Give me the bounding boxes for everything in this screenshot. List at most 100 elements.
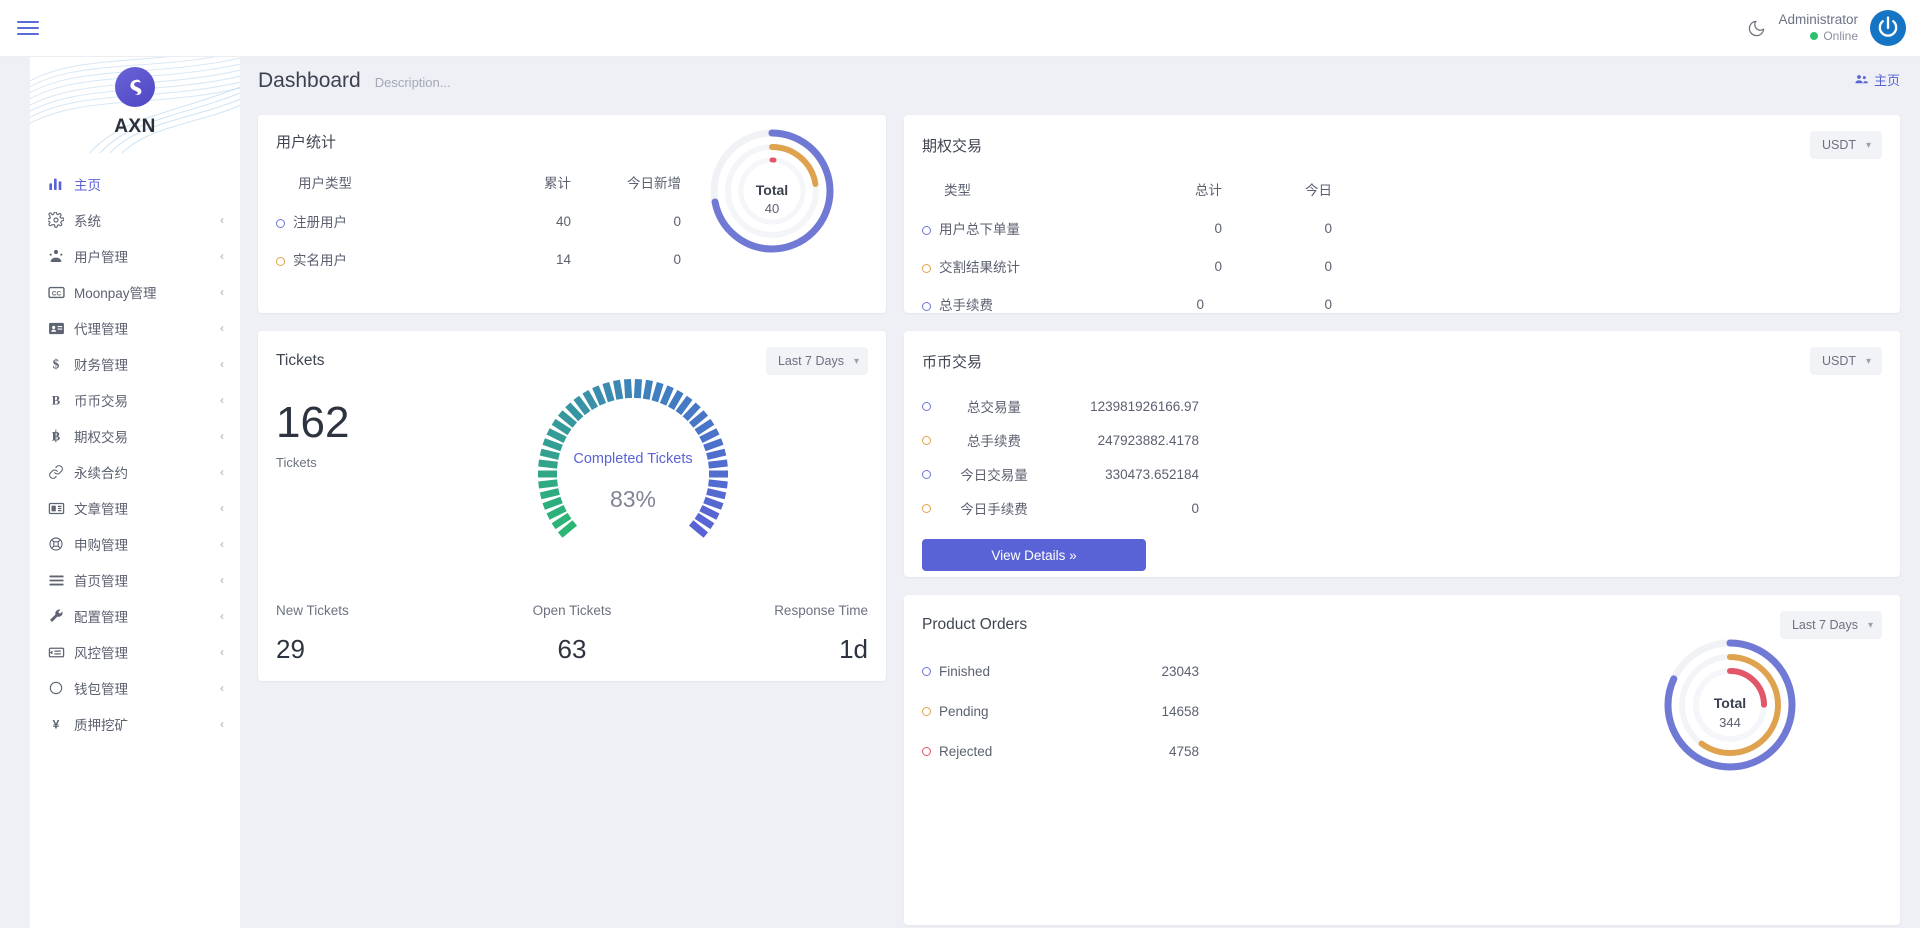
top-bar: Administrator Online [0,0,1920,57]
dashboard-grid: 用户统计 用户类型 累计 今日新增 注册用户 40 0 [258,115,1900,925]
chevron-down-icon: ▾ [854,356,859,367]
sidebar: AXN 主页系统‹用户管理‹CCMoonpay管理‹代理管理‹$财务管理‹B币币… [30,57,240,928]
link-icon [48,464,74,480]
user-stats-donut-chart: Total 40 [706,125,838,257]
donut-center-label: Total [706,182,838,198]
legend-ring-icon [922,747,931,756]
sidebar-item-13[interactable]: 风控管理‹ [30,634,240,670]
kv-value: 123981926166.97 [1049,399,1199,414]
users-icon [48,248,74,264]
tickets-footer: New Tickets 29 Open Tickets 63 Response … [258,603,886,665]
sidebar-item-label: 币币交易 [74,390,128,410]
row-label: 总手续费 [939,298,993,313]
coin-title: 币币交易 [922,351,982,372]
coin-currency-select[interactable]: USDT ▾ [1810,347,1882,375]
legend-ring-icon [922,402,931,411]
options-title: 期权交易 [922,135,982,156]
table-row: 用户总下单量 0 0 [922,209,1882,247]
coin-view-details-button[interactable]: View Details » [922,539,1146,571]
table-row: 交割结果统计 0 0 [922,247,1882,285]
chevron-right-icon: ‹ [220,681,224,695]
type-cell: 用户总下单量 [922,209,1112,247]
sidebar-item-10[interactable]: 申购管理‹ [30,526,240,562]
sidebar-item-label: 期权交易 [74,426,128,446]
row-label: 交割结果统计 [939,260,1020,275]
user-type-cell: 实名用户 [276,240,466,278]
col-type: 类型 [922,173,1112,209]
sidebar-item-1[interactable]: 系统‹ [30,202,240,238]
sidebar-item-8[interactable]: 永续合约‹ [30,454,240,490]
sidebar-item-9[interactable]: 文章管理‹ [30,490,240,526]
sidebar-item-11[interactable]: 首页管理‹ [30,562,240,598]
svg-text:B: B [52,394,61,408]
page-description: Description... [375,75,451,90]
sidebar-item-label: 代理管理 [74,318,128,338]
breadcrumb[interactable]: 主页 [1854,70,1900,89]
sidebar-item-label: Moonpay管理 [74,282,157,302]
online-dot-icon [1810,32,1818,40]
total-cell: 40 [466,202,571,240]
chevron-right-icon: ‹ [220,717,224,731]
brand[interactable]: AXN [30,57,240,138]
kv-label: 总交易量 [939,396,1049,416]
dollar-icon: $ [48,356,74,372]
sidebar-item-4[interactable]: 代理管理‹ [30,310,240,346]
legend-ring-icon [922,264,931,273]
id-card-icon [48,320,74,337]
sidebar-item-label: 主页 [74,174,101,194]
legend-ring-icon [922,667,931,676]
sidebar-item-0[interactable]: 主页 [30,166,240,202]
chevron-right-icon: ‹ [220,213,224,227]
svg-text:CC: CC [52,290,62,297]
right-column: 期权交易 USDT ▾ 类型 总计 今日 用户总下单量 [904,115,1900,925]
options-table: 类型 总计 今日 用户总下单量 0 0 交割结果统计 0 [922,173,1882,323]
sidebar-item-2[interactable]: 用户管理‹ [30,238,240,274]
legend-ring-icon [922,504,931,513]
coin-currency-value: USDT [1822,354,1856,368]
list-item: 今日手续费 0 [922,493,1882,523]
sidebar-item-12[interactable]: 配置管理‹ [30,598,240,634]
chevron-down-icon: ▾ [1866,140,1871,151]
user-name: Administrator [1778,12,1858,29]
tickets-title: Tickets [276,352,325,370]
circle-icon [48,680,74,696]
chevron-down-icon: ▾ [1866,356,1871,367]
tickets-range-select[interactable]: Last 7 Days ▾ [766,347,868,375]
bar-chart-icon [48,176,74,192]
coin-button-row: View Details » [922,539,1882,571]
today-cell: 0 [1222,285,1332,323]
moon-icon[interactable] [1734,6,1778,50]
user-info[interactable]: Administrator Online [1778,12,1858,44]
col-total: 总计 [1112,173,1222,209]
po-label: Rejected [939,744,1079,759]
chevron-right-icon: ‹ [220,285,224,299]
user-status-label: Online [1823,29,1858,44]
gauge-percent: 83% [528,486,738,513]
avatar[interactable] [1870,10,1906,46]
sidebar-item-label: 永续合约 [74,462,128,482]
sidebar-item-5[interactable]: $财务管理‹ [30,346,240,382]
bitcoin-icon: B [48,428,74,444]
chevron-right-icon: ‹ [220,429,224,443]
sidebar-item-label: 财务管理 [74,354,128,374]
total-cell: 0 [1112,285,1222,323]
options-currency-value: USDT [1822,138,1856,152]
type-cell: 交割结果统计 [922,247,1112,285]
sidebar-item-15[interactable]: ¥质押挖矿‹ [30,706,240,742]
sidebar-item-label: 质押挖矿 [74,714,128,734]
sidebar-item-3[interactable]: CC Moonpay管理 ‹ [30,274,240,310]
bold-b-icon: B [48,392,74,408]
sidebar-item-6[interactable]: B币币交易‹ [30,382,240,418]
table-header-row: 类型 总计 今日 [922,173,1882,209]
hamburger-icon[interactable] [17,21,39,35]
coin-trading-card: 币币交易 USDT ▾ 总交易量 123981926166.97 总手续费 [904,331,1900,577]
sidebar-item-label: 风控管理 [74,642,128,662]
col-today: 今日新增 [571,166,681,202]
legend-ring-icon [922,226,931,235]
product-orders-card: Product Orders Last 7 Days ▾ Finished 23… [904,595,1900,925]
sidebar-item-7[interactable]: B期权交易 ‹ [30,418,240,454]
sidebar-item-14[interactable]: 钱包管理‹ [30,670,240,706]
options-currency-select[interactable]: USDT ▾ [1810,131,1882,159]
tickets-card: Tickets Last 7 Days ▾ 162 Tickets Comple… [258,331,886,681]
sidebar-item-label: 配置管理 [74,606,128,626]
